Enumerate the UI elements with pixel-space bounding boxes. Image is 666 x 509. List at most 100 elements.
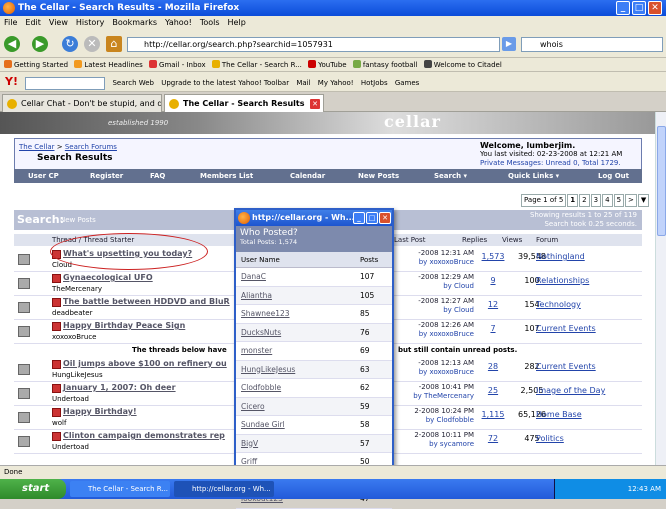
menu-yahoo[interactable]: Yahoo! — [165, 18, 192, 27]
forum-link[interactable]: Current Events — [536, 362, 596, 371]
popup-username-link[interactable]: Aliantha — [241, 287, 272, 305]
thread-title-link[interactable]: January 1, 2007: Oh deer — [63, 383, 176, 392]
close-button[interactable]: ✕ — [648, 1, 662, 15]
page-scrollbar[interactable] — [655, 112, 666, 465]
tab-cellar-chat[interactable]: Cellar Chat - Don't be stupid, and don'.… — [2, 94, 162, 112]
forum-link[interactable]: Current Events — [536, 324, 596, 333]
private-messages-link[interactable]: Private Messages: Unread 0, Total 1729. — [480, 159, 635, 168]
thread-starter[interactable]: deadbeater — [52, 309, 92, 317]
page-link[interactable]: 1 — [567, 194, 579, 207]
thread-starter[interactable]: xoxoxoBruce — [52, 333, 96, 341]
nav-search[interactable]: Search ▾ — [434, 169, 467, 183]
yahoo-upgrade-link[interactable]: Upgrade to the latest Yahoo! Toolbar — [161, 79, 289, 87]
tab-search-results[interactable]: The Cellar - Search Results ✕ — [164, 94, 324, 112]
scrollbar-thumb[interactable] — [657, 126, 666, 236]
thread-title-link[interactable]: The battle between HDDVD and BluR — [63, 297, 230, 306]
yahoo-logo-icon[interactable]: Y! — [5, 75, 18, 88]
yahoo-mail-link[interactable]: Mail — [296, 79, 310, 87]
popup-username-link[interactable]: Sundae Girl — [241, 416, 285, 434]
menu-view[interactable]: View — [49, 18, 68, 27]
popup-username-link[interactable]: Clodfobble — [241, 379, 281, 397]
forum-link[interactable]: Relationships — [536, 276, 589, 285]
thread-title-link[interactable]: Happy Birthday Peace Sign — [63, 321, 185, 330]
nav-calendar[interactable]: Calendar — [290, 169, 325, 183]
page-link[interactable]: 4 — [602, 194, 613, 207]
nav-newposts[interactable]: New Posts — [358, 169, 399, 183]
thread-starter[interactable]: Undertoad — [52, 395, 89, 403]
page-menu-button[interactable]: ▼ — [637, 194, 650, 207]
popup-username-link[interactable]: DanaC — [241, 268, 266, 286]
tab-close-icon[interactable]: ✕ — [310, 99, 320, 109]
bookmark-item[interactable]: Welcome to Citadel — [423, 60, 502, 69]
popup-close-button[interactable]: ✕ — [379, 212, 391, 224]
replies-link[interactable]: 25 — [473, 386, 513, 395]
popup-username-link[interactable]: DucksNuts — [241, 324, 281, 342]
thread-starter[interactable]: wolf — [52, 419, 66, 427]
popup-username-link[interactable]: Shawnee123 — [241, 305, 290, 323]
popup-username-link[interactable]: HungLikeJesus — [241, 361, 295, 379]
yahoo-myyahoo-link[interactable]: My Yahoo! — [318, 79, 354, 87]
replies-link[interactable]: 1,573 — [473, 252, 513, 261]
col-replies[interactable]: Replies — [462, 234, 487, 246]
thread-title-link[interactable]: Oil jumps above $100 on refinery ou — [63, 359, 227, 368]
forum-link[interactable]: Technology — [536, 300, 581, 309]
nav-register[interactable]: Register — [90, 169, 123, 183]
reload-icon[interactable]: ↻ — [62, 36, 78, 52]
yahoo-search-input[interactable] — [25, 76, 106, 90]
nav-usercp[interactable]: User CP — [28, 169, 59, 183]
go-icon[interactable]: ▶ — [502, 37, 516, 51]
col-lastpost[interactable]: Last Post — [394, 234, 425, 246]
thread-title-link[interactable]: Gynaecological UFO — [63, 273, 153, 282]
yahoo-hotjobs-link[interactable]: HotJobs — [361, 79, 388, 87]
thread-title-link[interactable]: Happy Birthday! — [63, 407, 137, 416]
taskbar-item-popup[interactable]: http://cellar.org - Wh... — [174, 481, 274, 497]
popup-username-link[interactable]: monster — [241, 342, 272, 360]
replies-link[interactable]: 72 — [473, 434, 513, 443]
nav-members[interactable]: Members List — [200, 169, 253, 183]
bookmark-item[interactable]: fantasy football — [352, 60, 417, 69]
minimize-button[interactable]: _ — [616, 1, 630, 15]
popup-maximize-button[interactable]: □ — [366, 212, 378, 224]
breadcrumb-forums-link[interactable]: Search Forums — [65, 143, 117, 151]
replies-link[interactable]: 9 — [473, 276, 513, 285]
stop-icon[interactable]: ✕ — [84, 36, 100, 52]
page-link[interactable]: 5 — [613, 194, 625, 207]
bookmark-item[interactable]: The Cellar - Search R... — [211, 60, 302, 69]
nav-faq[interactable]: FAQ — [150, 169, 165, 183]
replies-link[interactable]: 28 — [473, 362, 513, 371]
forum-link[interactable]: Politics — [536, 434, 564, 443]
replies-link[interactable]: 12 — [473, 300, 513, 309]
nav-quicklinks[interactable]: Quick Links ▾ — [508, 169, 559, 183]
page-link[interactable]: 2 — [579, 194, 590, 207]
back-button[interactable]: ◀ — [4, 36, 20, 52]
forum-link[interactable]: Home Base — [536, 410, 582, 419]
popup-minimize-button[interactable]: _ — [353, 212, 365, 224]
forum-link[interactable]: Image of the Day — [536, 386, 605, 395]
replies-link[interactable]: 1,115 — [473, 410, 513, 419]
forward-button[interactable]: ▶ — [32, 36, 48, 52]
home-icon[interactable]: ⌂ — [106, 36, 122, 52]
menu-file[interactable]: File — [4, 18, 17, 27]
col-views[interactable]: Views — [502, 234, 522, 246]
search-input[interactable]: whois — [521, 37, 663, 52]
nav-logout[interactable]: Log Out — [598, 169, 629, 183]
thread-starter[interactable]: HungLikeJesus — [52, 371, 103, 379]
start-button[interactable]: start — [0, 479, 66, 499]
breadcrumb-cellar-link[interactable]: The Cellar — [19, 143, 55, 151]
menu-edit[interactable]: Edit — [25, 18, 41, 27]
next-page-button[interactable]: > — [625, 194, 637, 207]
popup-username-link[interactable]: Cicero — [241, 398, 265, 416]
popup-username-link[interactable]: BigV — [241, 435, 258, 453]
taskbar-item-cellar[interactable]: The Cellar - Search R... — [70, 481, 170, 497]
forum-link[interactable]: Nothingland — [536, 252, 585, 261]
yahoo-games-link[interactable]: Games — [395, 79, 420, 87]
menu-help[interactable]: Help — [228, 18, 246, 27]
bookmark-item[interactable]: YouTube — [308, 60, 347, 69]
maximize-button[interactable]: □ — [632, 1, 646, 15]
site-logo[interactable]: cellar — [384, 112, 441, 131]
url-bar[interactable]: http://cellar.org/search.php?searchid=10… — [127, 37, 500, 52]
bookmark-item[interactable]: Getting Started — [4, 60, 68, 69]
thread-starter[interactable]: Undertoad — [52, 443, 89, 451]
menu-bookmarks[interactable]: Bookmarks — [112, 18, 157, 27]
bookmark-item[interactable]: Gmail - Inbox — [149, 60, 206, 69]
